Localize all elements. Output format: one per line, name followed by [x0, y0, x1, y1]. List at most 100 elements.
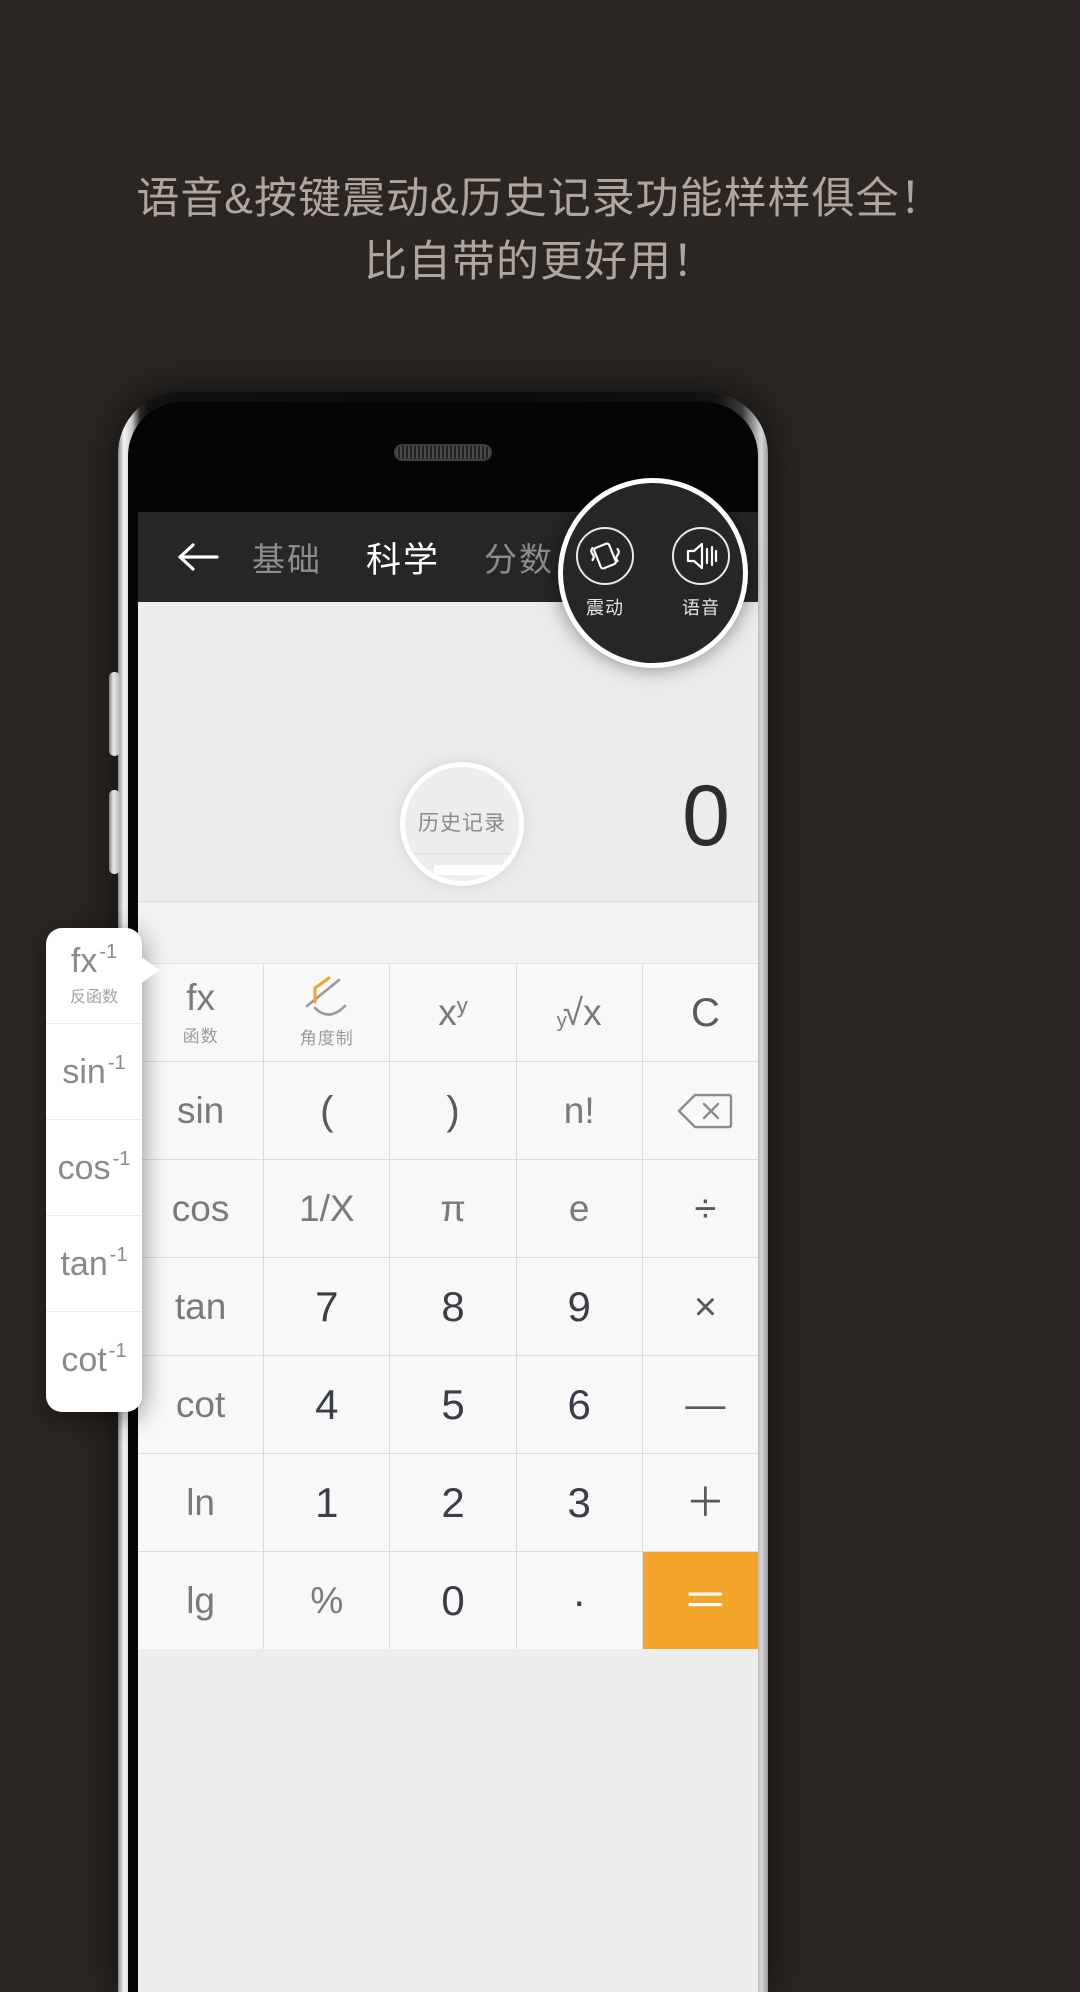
key-nth-root-label: y √x [556, 992, 602, 1033]
history-label: 历史记录 [418, 812, 506, 835]
earpiece-speaker-icon [394, 444, 492, 461]
key-reciprocal[interactable]: 1/X [264, 1160, 390, 1257]
key-6-label: 6 [567, 1380, 591, 1428]
key-nth-root[interactable]: y √x [516, 964, 642, 1061]
popup-key-arccos-label: cos -1 [57, 1147, 131, 1187]
key-equals[interactable]: ＝ [642, 1552, 758, 1649]
key-percent[interactable]: % [264, 1552, 390, 1649]
key-euler-label: e [568, 1188, 590, 1229]
popup-key-arctan[interactable]: tan -1 [46, 1216, 142, 1312]
arrow-left-icon[interactable] [168, 526, 230, 588]
key-4[interactable]: 4 [264, 1356, 390, 1453]
key-multiply-label: × [693, 1284, 718, 1329]
key-angle-sublabel: 角度制 [299, 1029, 354, 1048]
key-equals-label: ＝ [682, 1574, 729, 1627]
history-magnifier[interactable]: 历史记录 [400, 762, 524, 886]
key-cot-label: cot [175, 1384, 226, 1425]
phone-volume-down-button [109, 790, 120, 874]
toolbar-voice[interactable]: 语音 [662, 526, 740, 620]
key-cos[interactable]: cos [138, 1160, 264, 1257]
popup-key-fx-inverse[interactable]: fx -1 反函数 [46, 928, 142, 1024]
key-lg[interactable]: lg [138, 1552, 264, 1649]
key-4-label: 4 [315, 1380, 339, 1428]
key-backspace[interactable] [642, 1062, 758, 1159]
key-decimal-point[interactable]: · [516, 1552, 642, 1649]
key-tan-label: tan [174, 1286, 227, 1327]
key-factorial-label: n! [563, 1090, 595, 1131]
key-ln-label: ln [186, 1482, 215, 1523]
key-3-label: 3 [567, 1478, 591, 1526]
key-8-label: 8 [441, 1282, 465, 1330]
key-7[interactable]: 7 [264, 1258, 390, 1355]
key-9[interactable]: 9 [516, 1258, 642, 1355]
key-paren-close-label: ) [446, 1088, 460, 1133]
key-1[interactable]: 1 [264, 1454, 390, 1551]
key-paren-close[interactable]: ) [390, 1062, 516, 1159]
popup-key-fx-inverse-sublabel: 反函数 [69, 989, 118, 1006]
key-lg-label: lg [186, 1580, 215, 1621]
app-screen: 基础 科学 分数 0 fx 函数 角度制 x y y √x C sin () … [138, 512, 758, 1992]
key-angle-mode[interactable]: 角度制 [264, 964, 390, 1061]
key-5-label: 5 [441, 1380, 465, 1428]
key-paren-open[interactable]: ( [264, 1062, 390, 1159]
backspace-icon [677, 1091, 733, 1131]
popup-key-arccos[interactable]: cos -1 [46, 1120, 142, 1216]
toolbar-magnifier: 震动 语音 [558, 478, 748, 668]
key-cot[interactable]: cot [138, 1356, 264, 1453]
angle-degree-icon [299, 976, 355, 1018]
key-2-label: 2 [441, 1478, 465, 1526]
tab-scientific[interactable]: 科学 [344, 532, 462, 583]
display-value: 0 [682, 768, 730, 864]
key-8[interactable]: 8 [390, 1258, 516, 1355]
key-power-label: xy [438, 992, 468, 1033]
keypad-grid: fx 函数 角度制 x y y √x C sin () n! cos 1/X … [138, 964, 758, 1649]
popup-key-arcsin[interactable]: sin -1 [46, 1024, 142, 1120]
key-ln[interactable]: ln [138, 1454, 264, 1551]
key-fx-sublabel: 函数 [182, 1026, 219, 1046]
vibration-icon [576, 526, 634, 585]
promo-headline: 语音&按键震动&历史记录功能样样俱全！ 比自带的更好用！ [0, 168, 1080, 294]
key-fx-label: fx [186, 976, 215, 1018]
key-sin[interactable]: sin [138, 1062, 264, 1159]
key-paren-open-label: ( [320, 1088, 334, 1133]
key-tan[interactable]: tan [138, 1258, 264, 1355]
key-multiply[interactable]: × [642, 1258, 758, 1355]
key-9-label: 9 [567, 1282, 591, 1330]
key-reciprocal-label: 1/X [299, 1188, 355, 1229]
key-power[interactable]: xy [390, 964, 516, 1061]
key-euler[interactable]: e [516, 1160, 642, 1257]
promo-line-1: 语音&按键震动&历史记录功能样样俱全！ [136, 175, 944, 223]
key-factorial[interactable]: n! [516, 1062, 642, 1159]
key-3[interactable]: 3 [516, 1454, 642, 1551]
popup-key-fx-inverse-label: fx -1 [70, 941, 118, 980]
key-cos-label: cos [171, 1188, 230, 1229]
key-7-label: 7 [315, 1282, 339, 1330]
key-sin-label: sin [176, 1090, 225, 1131]
key-add-label: ＋ [685, 1480, 726, 1525]
history-divider [405, 853, 519, 854]
popup-key-arctan-label: tan -1 [60, 1243, 128, 1283]
popup-pointer [140, 956, 160, 984]
key-divide[interactable]: ÷ [642, 1160, 758, 1257]
key-clear[interactable]: C [642, 964, 758, 1061]
key-2[interactable]: 2 [390, 1454, 516, 1551]
key-decimal-point-label: · [572, 1576, 587, 1624]
key-add[interactable]: ＋ [642, 1454, 758, 1551]
inverse-function-popup: fx -1 反函数 sin -1 cos -1 tan -1 cot -1 [46, 928, 160, 1412]
toolbar-vibration[interactable]: 震动 [566, 526, 644, 620]
phone-volume-up-button [109, 672, 120, 756]
popup-key-arccot[interactable]: cot -1 [46, 1312, 142, 1408]
tab-basic[interactable]: 基础 [230, 533, 344, 581]
promo-line-2: 比自带的更好用！ [364, 238, 716, 286]
key-5[interactable]: 5 [390, 1356, 516, 1453]
toolbar-vibration-label: 震动 [586, 597, 624, 618]
key-6[interactable]: 6 [516, 1356, 642, 1453]
speaker-icon [672, 526, 730, 585]
key-pi-label: π [440, 1188, 466, 1229]
key-pi[interactable]: π [390, 1160, 516, 1257]
display-history-strip[interactable] [138, 902, 758, 964]
key-subtract[interactable]: — [642, 1356, 758, 1453]
key-0[interactable]: 0 [390, 1552, 516, 1649]
key-clear-label: C [690, 990, 720, 1035]
key-percent-label: % [310, 1580, 344, 1621]
